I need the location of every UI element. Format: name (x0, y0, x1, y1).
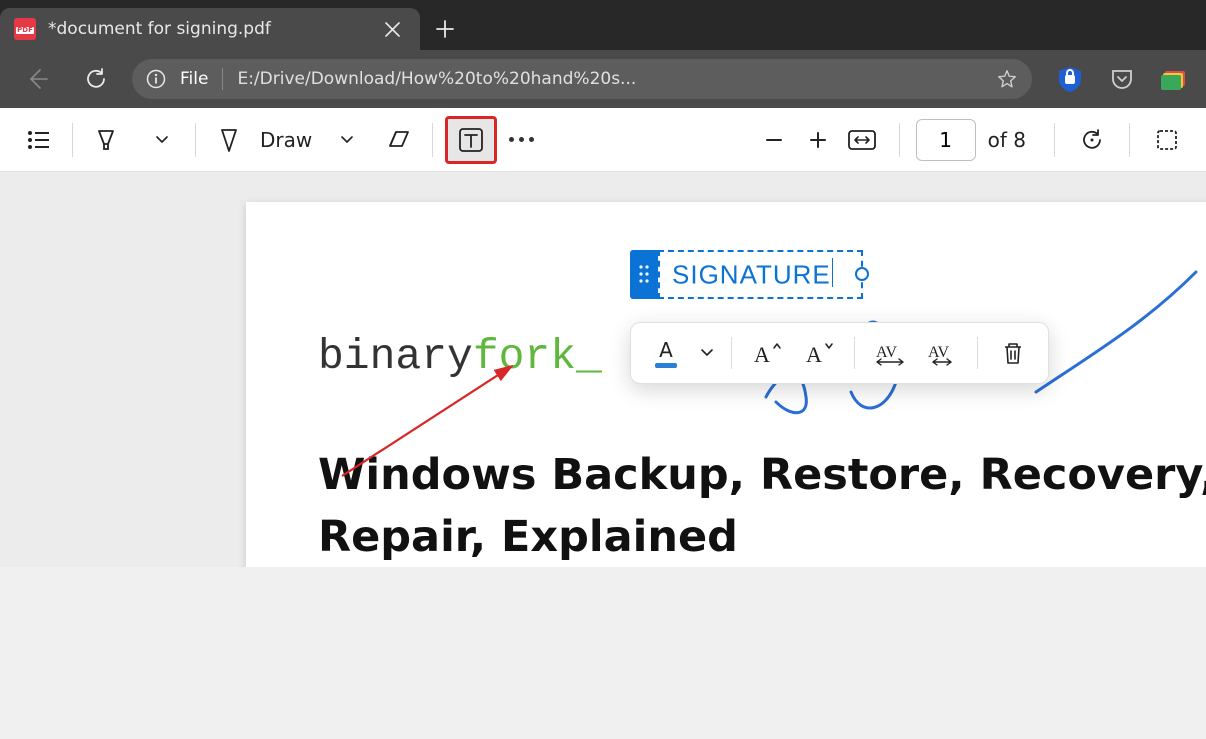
text-annotation-input[interactable]: SIGNATURE (658, 250, 863, 299)
increase-font-button[interactable]: A (744, 333, 790, 373)
eraser-button[interactable] (378, 119, 420, 161)
highlighter-menu-button[interactable] (141, 119, 183, 161)
text-color-menu-button[interactable] (695, 349, 719, 357)
text-annotation-box[interactable]: SIGNATURE (630, 250, 863, 299)
back-button[interactable] (8, 57, 64, 101)
close-tab-button[interactable] (378, 22, 406, 37)
toolbar-separator (195, 123, 196, 157)
draw-label: Draw (260, 128, 312, 152)
scheme-label: File (180, 69, 208, 89)
resize-handle-icon[interactable] (855, 267, 869, 281)
logo: binaryfork_ (318, 332, 602, 381)
toolbar-separator (432, 123, 433, 157)
page-number-input[interactable]: 1 (916, 119, 976, 161)
favorite-button[interactable] (996, 68, 1018, 90)
extension-pocket-icon[interactable] (1098, 57, 1146, 101)
fit-width-button[interactable] (841, 119, 883, 161)
toolbar-separator (899, 123, 900, 157)
decrease-font-button[interactable]: A (796, 333, 842, 373)
page-view-button[interactable] (1146, 119, 1188, 161)
format-separator (977, 337, 978, 369)
new-tab-button[interactable] (420, 8, 470, 50)
pdf-icon (14, 18, 36, 40)
toolbar-separator (72, 123, 73, 157)
svg-text:AV: AV (928, 344, 949, 361)
pdf-toolbar: Draw 1 of 8 (0, 108, 1206, 172)
extension-folder-icon[interactable] (1150, 57, 1198, 101)
address-bar: File E:/Drive/Download/How%20to%20hand%2… (0, 50, 1206, 108)
omnibox-separator (222, 68, 223, 90)
delete-annotation-button[interactable] (990, 333, 1036, 373)
url-text: E:/Drive/Download/How%20to%20hand%20s... (237, 69, 982, 89)
tab-title: *document for signing.pdf (48, 19, 366, 39)
svg-text:A: A (754, 342, 770, 366)
article-heading: Windows Backup, Restore, Recovery, Repai… (318, 444, 1206, 567)
format-separator (854, 337, 855, 369)
contents-button[interactable] (18, 119, 60, 161)
page-total-label: of 8 (988, 128, 1026, 152)
draw-menu-button[interactable] (326, 119, 368, 161)
zoom-out-button[interactable] (753, 119, 795, 161)
toolbar-separator (1054, 123, 1055, 157)
rotate-button[interactable] (1071, 119, 1113, 161)
toolbar-separator (1129, 123, 1130, 157)
drag-handle-icon[interactable] (630, 250, 658, 299)
extension-shield-icon[interactable] (1046, 57, 1094, 101)
reload-button[interactable] (68, 57, 124, 101)
zoom-in-button[interactable] (797, 119, 839, 161)
svg-text:AV: AV (876, 344, 897, 361)
tab-strip: *document for signing.pdf (0, 0, 1206, 50)
svg-text:A: A (806, 342, 822, 366)
more-tools-button[interactable] (509, 137, 534, 142)
decrease-spacing-button[interactable]: AV (919, 333, 965, 373)
highlighter-button[interactable] (85, 119, 127, 161)
text-color-button[interactable]: A (643, 333, 689, 373)
text-format-popup: A A A AV AV (630, 322, 1049, 384)
increase-spacing-button[interactable]: AV (867, 333, 913, 373)
format-separator (731, 337, 732, 369)
omnibox[interactable]: File E:/Drive/Download/How%20to%20hand%2… (132, 59, 1032, 99)
browser-tab[interactable]: *document for signing.pdf (0, 8, 420, 50)
pen-button[interactable] (208, 119, 250, 161)
add-text-button[interactable] (445, 116, 497, 164)
info-icon (146, 69, 166, 89)
